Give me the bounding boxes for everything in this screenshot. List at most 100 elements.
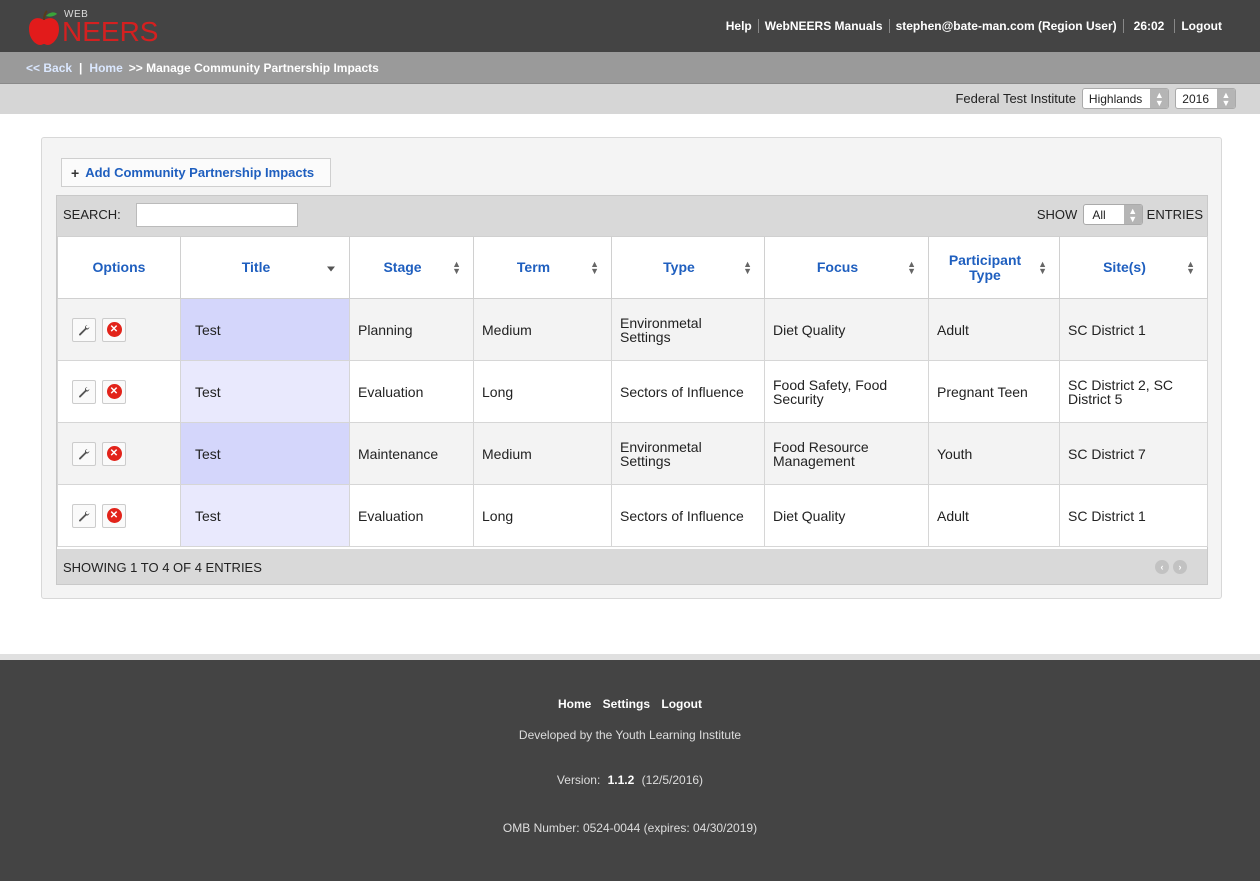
- cell-term: Long: [473, 360, 612, 423]
- version-date: (12/5/2016): [641, 773, 704, 787]
- region-select[interactable]: Highlands ▲ ▼: [1081, 88, 1170, 109]
- cell-title: Test: [180, 422, 350, 485]
- column-header-stage[interactable]: Stage ▲ ▼: [349, 236, 474, 299]
- column-header-title[interactable]: Title: [180, 236, 350, 299]
- main-panel: + Add Community Partnership Impacts SEAR…: [41, 137, 1222, 599]
- column-header-participant-type[interactable]: Participant Type ▲ ▼: [928, 236, 1060, 299]
- back-link[interactable]: << Back: [26, 61, 72, 75]
- nav-divider: [1174, 19, 1176, 33]
- region-select-value: Highlands: [1088, 91, 1143, 106]
- cell-participant-type: Youth: [928, 422, 1060, 485]
- edit-button[interactable]: [72, 379, 96, 404]
- nav-divider: [888, 19, 890, 33]
- cell-sites: SC District 2, SC District 5: [1059, 360, 1208, 423]
- select-arrows-icon: ▲ ▼: [1150, 89, 1169, 108]
- table-footer: SHOWING 1 TO 4 OF 4 ENTRIES ‹ ›: [57, 549, 1207, 584]
- cell-type: Sectors of Influence: [611, 360, 765, 423]
- sort-icon: ▲ ▼: [743, 258, 752, 276]
- edit-button[interactable]: [72, 503, 96, 528]
- column-header-sites[interactable]: Site(s) ▲ ▼: [1059, 236, 1208, 299]
- table-row: ✕ Test Maintenance Medium Environmetal Setti…: [57, 422, 1208, 485]
- omb-number: OMB Number: 0524-0044 (expires: 04/30/20…: [502, 821, 758, 835]
- pagination: ‹ ›: [1151, 560, 1187, 574]
- cell-focus: Food Resource Management: [764, 422, 929, 485]
- delete-icon: ✕: [106, 322, 122, 337]
- show-label: SHOW: [1036, 207, 1078, 222]
- entries-select-value: All: [1092, 207, 1106, 222]
- cell-sites: SC District 7: [1059, 422, 1208, 485]
- table-row: ✕ Test Planning Medium Environmetal Settings…: [57, 298, 1208, 361]
- cell-title: Test: [180, 360, 350, 423]
- entries-select[interactable]: All ▲ ▼: [1083, 204, 1143, 225]
- cell-focus: Food Safety, Food Security: [764, 360, 929, 423]
- edit-button[interactable]: [72, 441, 96, 466]
- sort-icon: ▲ ▼: [1038, 258, 1047, 276]
- table-toolbar: SEARCH: SHOW All ▲ ▼ ENTRIES: [57, 196, 1207, 236]
- delete-icon: ✕: [106, 384, 122, 399]
- cell-options: ✕: [57, 298, 181, 361]
- cell-stage: Planning: [349, 298, 474, 361]
- filter-controls: Federal Test Institute Highlands ▲ ▼ 2016…: [955, 88, 1236, 109]
- page-footer: Home Settings Logout Developed by the Yo…: [0, 660, 1260, 881]
- delete-icon: ✕: [106, 508, 122, 523]
- wrench-icon: [79, 386, 90, 397]
- search-input[interactable]: [136, 203, 298, 227]
- webneers-logo[interactable]: WEB NEERS: [26, 4, 166, 48]
- top-bar: WEB NEERS Help WebNEERS Manuals stephen@…: [0, 0, 1260, 52]
- breadcrumb-current: >> Manage Community Partnership Impacts: [128, 61, 379, 75]
- delete-button[interactable]: ✕: [102, 441, 126, 466]
- help-link[interactable]: Help: [726, 19, 752, 33]
- footer-links: Home Settings Logout: [0, 697, 1260, 711]
- cell-stage: Maintenance: [349, 422, 474, 485]
- add-impact-button[interactable]: + Add Community Partnership Impacts: [61, 158, 332, 187]
- cell-focus: Diet Quality: [764, 484, 929, 547]
- column-header-type[interactable]: Type ▲ ▼: [611, 236, 765, 299]
- logout-link[interactable]: Logout: [1181, 19, 1222, 33]
- top-nav: Help WebNEERS Manuals stephen@bate-man.c…: [726, 19, 1222, 33]
- next-page-icon[interactable]: ›: [1173, 560, 1187, 574]
- table-row: ✕ Test Evaluation Long Sectors of Influence D…: [57, 484, 1208, 547]
- cell-title: Test: [180, 298, 350, 361]
- delete-button[interactable]: ✕: [102, 379, 126, 404]
- column-header-term[interactable]: Term ▲ ▼: [473, 236, 612, 299]
- cell-stage: Evaluation: [349, 360, 474, 423]
- table-info: SHOWING 1 TO 4 OF 4 ENTRIES: [63, 560, 262, 575]
- version-info: Version: 1.1.2 (12/5/2016): [0, 773, 1260, 787]
- delete-button[interactable]: ✕: [102, 317, 126, 342]
- wrench-icon: [79, 324, 90, 335]
- select-arrows-icon: ▲ ▼: [1217, 89, 1235, 108]
- sort-icon: ▲ ▼: [452, 258, 461, 276]
- version-number: 1.1.2: [607, 773, 635, 787]
- cell-options: ✕: [57, 484, 181, 547]
- edit-button[interactable]: [72, 317, 96, 342]
- cell-participant-type: Adult: [928, 484, 1060, 547]
- year-select[interactable]: 2016 ▲ ▼: [1175, 88, 1236, 109]
- cell-sites: SC District 1: [1059, 298, 1208, 361]
- footer-logout-link[interactable]: Logout: [661, 697, 702, 711]
- home-link[interactable]: Home: [89, 61, 122, 75]
- manuals-link[interactable]: WebNEERS Manuals: [765, 19, 883, 33]
- breadcrumb-separator: |: [79, 61, 83, 75]
- table-row: ✕ Test Evaluation Long Sectors of Influence F…: [57, 360, 1208, 423]
- footer-settings-link[interactable]: Settings: [603, 697, 650, 711]
- cell-title: Test: [180, 484, 350, 547]
- cell-term: Medium: [473, 422, 612, 485]
- sort-desc-icon: [327, 266, 335, 271]
- cell-stage: Evaluation: [349, 484, 474, 547]
- filter-bar: Federal Test Institute Highlands ▲ ▼ 2016…: [0, 84, 1260, 114]
- user-account-link[interactable]: stephen@bate-man.com (Region User): [896, 19, 1117, 33]
- select-arrows-icon: ▲ ▼: [1123, 205, 1142, 224]
- developer-credit: Developed by the Youth Learning Institut…: [518, 728, 742, 742]
- cell-participant-type: Adult: [928, 298, 1060, 361]
- table-header-row: Options Title Stage ▲ ▼ Term ▲ ▼ Type ▲ ▼ Focu…: [57, 236, 1208, 299]
- delete-button[interactable]: ✕: [102, 503, 126, 528]
- nav-divider: [757, 19, 759, 33]
- footer-home-link[interactable]: Home: [558, 697, 591, 711]
- show-entries-control: SHOW All ▲ ▼ ENTRIES: [1037, 204, 1203, 225]
- sort-icon: ▲ ▼: [1186, 258, 1195, 276]
- search-label: SEARCH:: [63, 207, 121, 222]
- column-header-focus[interactable]: Focus ▲ ▼: [764, 236, 929, 299]
- previous-page-icon[interactable]: ‹: [1155, 560, 1169, 574]
- sort-icon: ▲ ▼: [590, 258, 599, 276]
- cell-participant-type: Pregnant Teen: [928, 360, 1060, 423]
